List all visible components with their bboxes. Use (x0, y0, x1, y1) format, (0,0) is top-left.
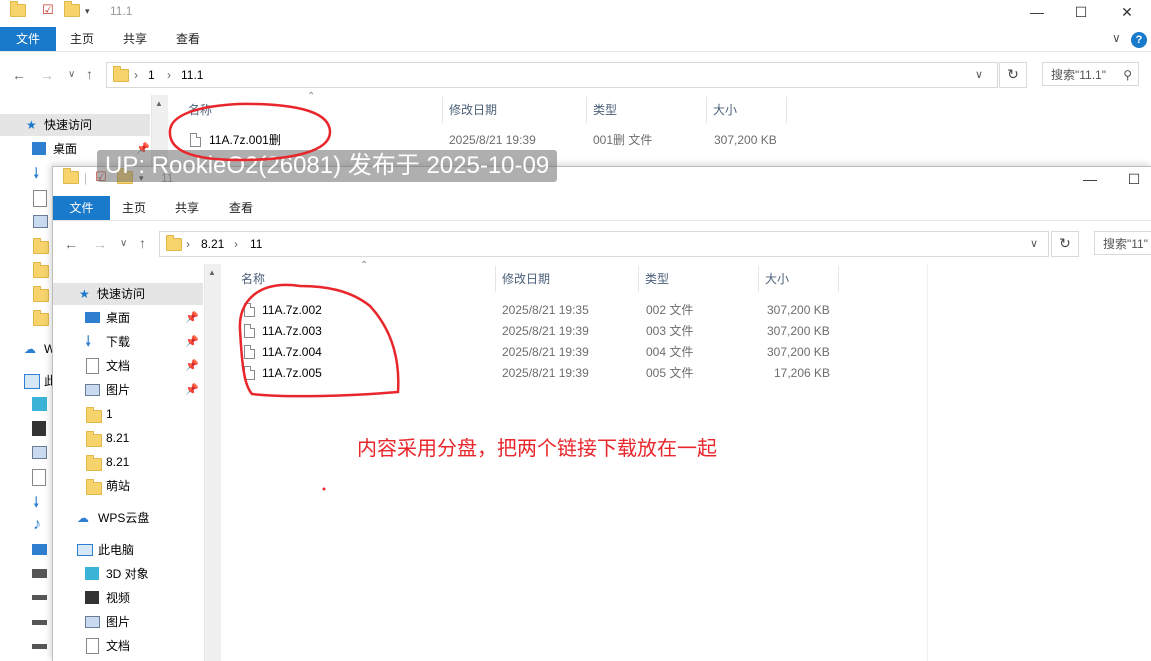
annotation-circle-back (168, 102, 332, 162)
annotation-circle-front (238, 283, 400, 398)
annotation-note: 内容采用分盘，把两个链接下载放在一起 (357, 438, 717, 460)
annotation-dot (322, 487, 326, 491)
red-annotations (168, 102, 400, 491)
